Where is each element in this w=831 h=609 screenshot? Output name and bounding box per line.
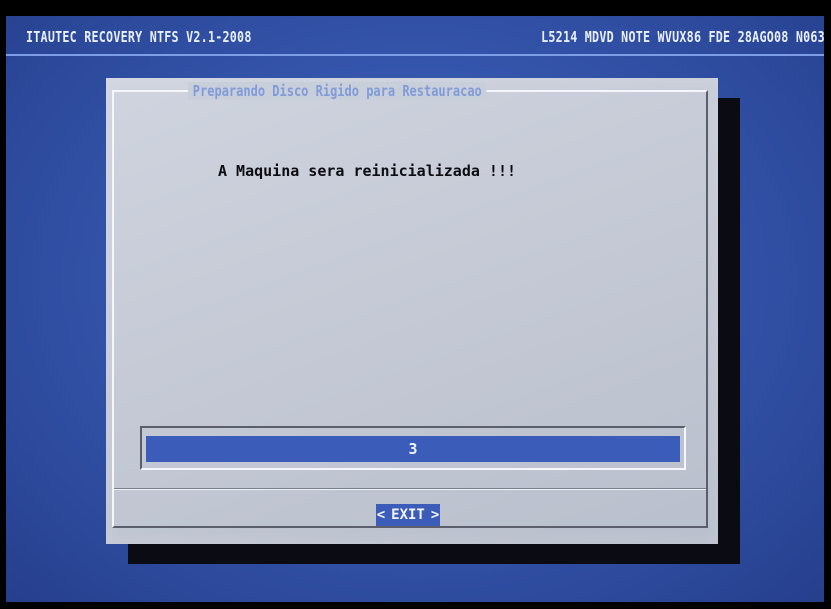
recovery-screen: ITAUTEC RECOVERY NTFS V2.1-2008 L5214 MD… [6, 16, 824, 602]
dialog-title: Preparando Disco Rigido para Restauracao [188, 82, 487, 100]
header-build-info: L5214 MDVD NOTE WVUX86 FDE 28AGO08 N0630 [540, 28, 824, 46]
progress-counter: 3 [408, 440, 418, 458]
dialog-message: A Maquina sera reinicializada !!! [218, 162, 517, 180]
chevron-left-icon: < [376, 507, 386, 523]
chevron-right-icon: > [430, 507, 440, 523]
exit-button[interactable]: < EXIT > [376, 504, 440, 526]
exit-button-label: EXIT [391, 507, 425, 523]
restore-dialog: Preparando Disco Rigido para Restauracao… [106, 78, 718, 544]
header-bar: ITAUTEC RECOVERY NTFS V2.1-2008 L5214 MD… [6, 16, 824, 56]
header-app-title: ITAUTEC RECOVERY NTFS V2.1-2008 [26, 28, 252, 46]
button-divider [114, 488, 706, 490]
progress-box: 3 [140, 426, 686, 470]
